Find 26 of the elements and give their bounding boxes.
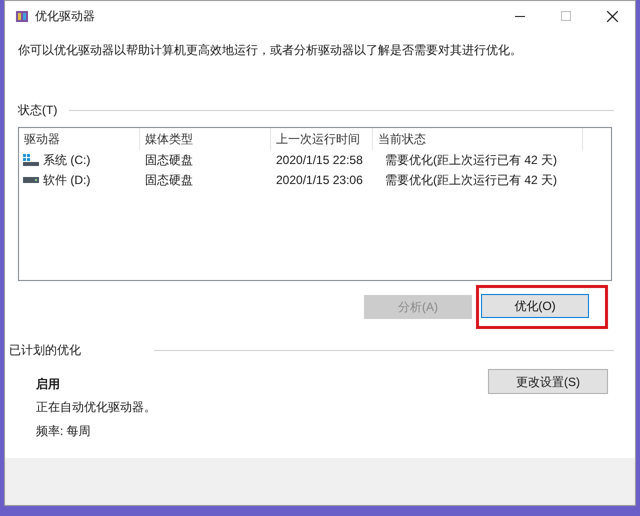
schedule-description: 正在自动优化驱动器。 — [36, 399, 157, 416]
close-icon — [606, 10, 618, 22]
last-run-time: 2020/1/15 23:06 — [275, 172, 364, 189]
drive-status: 需要优化(距上次运行已有 42 天) — [384, 152, 558, 169]
app-icon — [15, 9, 29, 23]
change-settings-button[interactable]: 更改设置(S) — [488, 369, 608, 394]
action-button[interactable]: 优化(O) — [481, 294, 589, 318]
section-label: 已计划的优化 — [9, 342, 82, 359]
drive-name[interactable]: 软件 (D:) — [43, 171, 90, 189]
schedule-status: 启用 — [36, 376, 61, 393]
system-drive-icon — [23, 154, 39, 166]
column-header[interactable]: 驱动器 — [19, 128, 140, 150]
section-label: 状态(T) — [18, 102, 58, 119]
maximize-icon — [561, 11, 571, 21]
drive-status: 需要优化(距上次运行已有 42 天) — [384, 172, 558, 189]
last-run-time: 2020/1/15 22:58 — [275, 152, 364, 169]
media-type: 固态硬盘 — [144, 172, 194, 189]
window-title: 优化驱动器 — [35, 8, 95, 25]
intro-text: 你可以优化驱动器以帮助计算机更高效地运行，或者分析驱动器以了解是否需要对其进行优化。 — [18, 42, 523, 59]
column-header[interactable]: 媒体类型 — [140, 128, 271, 150]
media-type: 固态硬盘 — [144, 152, 194, 169]
schedule-frequency: 频率: 每周 — [36, 423, 92, 440]
drive-name[interactable]: 系统 (C:) — [43, 151, 90, 169]
column-header[interactable]: 当前状态 — [373, 128, 583, 150]
column-header[interactable]: 上一次运行时间 — [271, 128, 373, 150]
drive-icon — [23, 177, 39, 183]
